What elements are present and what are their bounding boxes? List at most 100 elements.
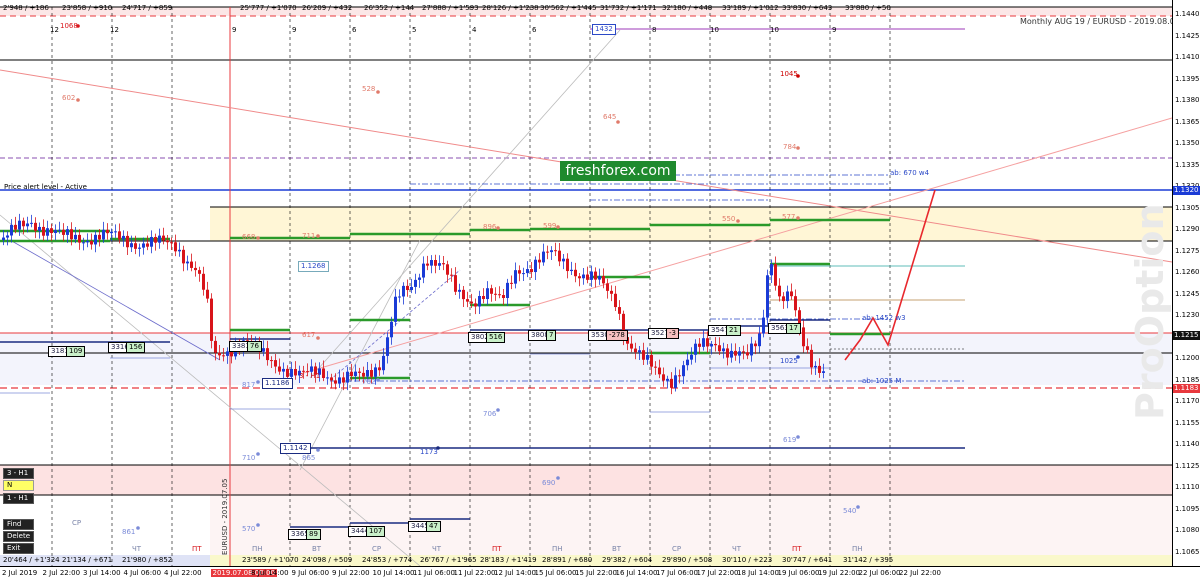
- candle-body: [114, 231, 117, 233]
- candle-body: [150, 236, 153, 247]
- candle-body: [650, 355, 653, 367]
- level-tag[interactable]: 1.1268: [298, 261, 329, 272]
- price-tag-top: 1.1320: [1173, 186, 1200, 195]
- value-label: 896: [483, 223, 497, 231]
- candle-body: [74, 234, 77, 240]
- top-stat: 2'948 / +186: [3, 4, 49, 12]
- candle-body: [86, 240, 89, 243]
- date-axis-label: 18 Jul 14:00: [737, 569, 779, 577]
- candle-body: [30, 222, 33, 224]
- candle-body: [434, 260, 437, 266]
- candle-body: [2, 237, 5, 240]
- date-axis-label: 22 Jul 06:00: [858, 569, 901, 577]
- mark-1432[interactable]: 1432: [592, 24, 616, 35]
- value-label: 577: [782, 213, 796, 221]
- bottom-stat: 29'382 / +604: [602, 556, 653, 564]
- candle-body: [14, 224, 17, 230]
- candle-body: [170, 242, 173, 244]
- candle-body: [818, 365, 821, 373]
- date-axis-label: 22 Jul 22:00: [899, 569, 941, 577]
- level-tag[interactable]: 1.1142: [280, 443, 311, 454]
- candle-body: [274, 360, 277, 367]
- value-label: 668: [242, 233, 256, 241]
- delete-button[interactable]: Delete: [3, 531, 34, 542]
- candle-body: [358, 371, 361, 373]
- price-axis-label: 1.1425: [1175, 31, 1200, 40]
- price-axis-label: 1.1200: [1175, 354, 1200, 362]
- price-axis-label: 1.1335: [1175, 160, 1200, 169]
- exit-button[interactable]: Exit: [3, 543, 34, 554]
- value-label: 706: [483, 410, 497, 418]
- candle-body: [70, 229, 73, 240]
- level-tag[interactable]: 1.1186: [262, 378, 293, 389]
- candle-body: [194, 267, 197, 271]
- candle-body: [610, 290, 613, 294]
- candle-body: [642, 350, 645, 360]
- candle-body: [574, 269, 577, 277]
- candle-body: [378, 367, 381, 371]
- price-axis-label: 1.1350: [1175, 139, 1200, 147]
- marker-dot: [316, 336, 320, 340]
- candle-body: [266, 348, 269, 361]
- candle-body: [162, 235, 165, 241]
- candle-body: [222, 355, 225, 357]
- timeframe-3h1-button[interactable]: 3 - H1: [3, 468, 34, 479]
- day-label: ПТ: [492, 545, 502, 553]
- date-axis-label: 10 Jul 14:00: [372, 569, 415, 577]
- value-label: 865: [302, 454, 316, 462]
- bottom-stat: 24'098 / +509: [302, 556, 353, 564]
- bottom-stat: 21'980 / +852: [122, 556, 173, 564]
- freshforex-logo[interactable]: freshforex.com: [560, 161, 676, 181]
- marker-dot: [376, 378, 380, 382]
- candle-body: [590, 271, 593, 280]
- top-stat: 33'880 / +50: [845, 4, 891, 12]
- marker-dot: [736, 219, 740, 223]
- value-label: 540: [843, 507, 857, 515]
- marker-dot: [256, 523, 260, 527]
- candle-body: [130, 243, 133, 248]
- candle-body: [730, 350, 733, 358]
- candle-body: [782, 296, 785, 302]
- candle-body: [442, 263, 445, 265]
- date-axis[interactable]: 2 Jul 2019 2 Jul 22:00 3 Jul 14:00 4 Jul 06…: [0, 566, 1200, 581]
- candle-body: [214, 340, 217, 353]
- timeframe-1h1-button[interactable]: 1 - H1: [3, 493, 34, 504]
- bottom-stat: 31'142 / +395: [843, 556, 894, 564]
- find-button[interactable]: Find: [3, 519, 34, 530]
- top-stat: 23'858 / +910: [62, 4, 113, 12]
- marker-dot: [796, 216, 800, 220]
- price-chart[interactable]: [0, 0, 1172, 566]
- candle-body: [198, 270, 201, 274]
- n-button[interactable]: N: [3, 480, 34, 491]
- candle-body: [518, 270, 521, 274]
- value-label: 528: [362, 85, 376, 93]
- value-label: 619: [783, 436, 797, 444]
- candle-body: [722, 348, 725, 352]
- price-tag-bottom: 1.1183: [1173, 384, 1200, 393]
- candle-body: [210, 298, 213, 341]
- candle-body: [538, 259, 541, 263]
- candle-body: [270, 360, 273, 362]
- candle-body: [770, 264, 773, 276]
- date-axis-label: 19 Jul 06:00: [777, 569, 820, 577]
- marker-dot: [256, 236, 260, 240]
- marker-dot: [796, 435, 800, 439]
- candle-body: [810, 349, 813, 368]
- candle-body: [278, 366, 281, 372]
- candle-body: [366, 370, 369, 377]
- candle-body: [498, 294, 501, 296]
- candle-body: [34, 222, 37, 231]
- candle-body: [602, 276, 605, 284]
- candle-body: [450, 274, 453, 276]
- candle-body: [430, 260, 433, 266]
- ab-label-w3: ab: 1452 w3: [862, 314, 906, 322]
- marker-dot: [496, 408, 500, 412]
- price-axis[interactable]: 1.1440 1.1425 1.1410 1.1395 1.1380 1.1365 1.13…: [1172, 0, 1200, 566]
- value-label: 762: [362, 378, 376, 386]
- price-axis-label: 1.1245: [1175, 289, 1200, 298]
- day-label: ПТ: [792, 545, 802, 553]
- delta-tag: 7: [546, 330, 557, 341]
- delta-tag: 47: [426, 521, 441, 532]
- candle-body: [710, 343, 713, 347]
- candle-body: [742, 351, 745, 353]
